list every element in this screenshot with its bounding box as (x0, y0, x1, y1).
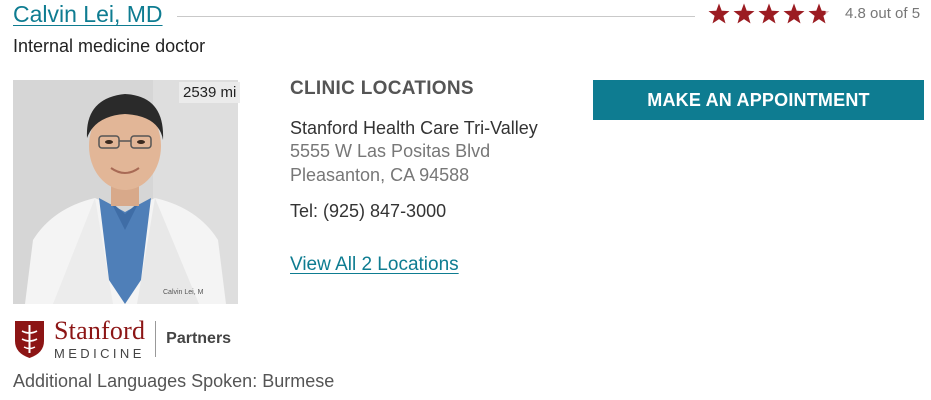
star-icon (733, 3, 755, 24)
rating-text: 4.8 out of 5 (845, 5, 921, 22)
clinic-locations-heading: CLINIC LOCATIONS (290, 78, 474, 99)
logo-stanford-text: Stanford (54, 316, 146, 345)
logo-divider (155, 321, 157, 357)
doctor-name-link[interactable]: Calvin Lei, MD (13, 1, 163, 28)
photo-name-badge: Calvin Lei, M (163, 289, 204, 296)
logo-partners-text: Partners (166, 330, 232, 347)
additional-languages: Additional Languages Spoken: Burmese (13, 371, 335, 391)
distance-badge: 2539 mi (179, 82, 241, 103)
view-all-locations-link[interactable]: View All 2 Locations (290, 254, 459, 276)
star-icon (783, 3, 805, 24)
clinic-phone: Tel: (925) 847-3000 (290, 201, 447, 221)
star-icon (708, 3, 730, 24)
clinic-name: Stanford Health Care Tri-Valley (290, 118, 538, 138)
stanford-shield-icon (15, 321, 44, 358)
star-icon (758, 3, 780, 24)
make-appointment-button[interactable]: MAKE AN APPOINTMENT (593, 80, 924, 120)
stanford-medicine-partners-logo: Stanford MEDICINE Partners (13, 318, 231, 360)
logo-medicine-text: MEDICINE (54, 346, 145, 361)
clinic-city: Pleasanton, CA 94588 (290, 165, 470, 185)
star-rating (708, 3, 830, 25)
header-divider (177, 16, 695, 17)
doctor-photo: Calvin Lei, M (13, 80, 238, 304)
doctor-specialty: Internal medicine doctor (13, 36, 206, 56)
clinic-street: 5555 W Las Positas Blvd (290, 141, 491, 161)
